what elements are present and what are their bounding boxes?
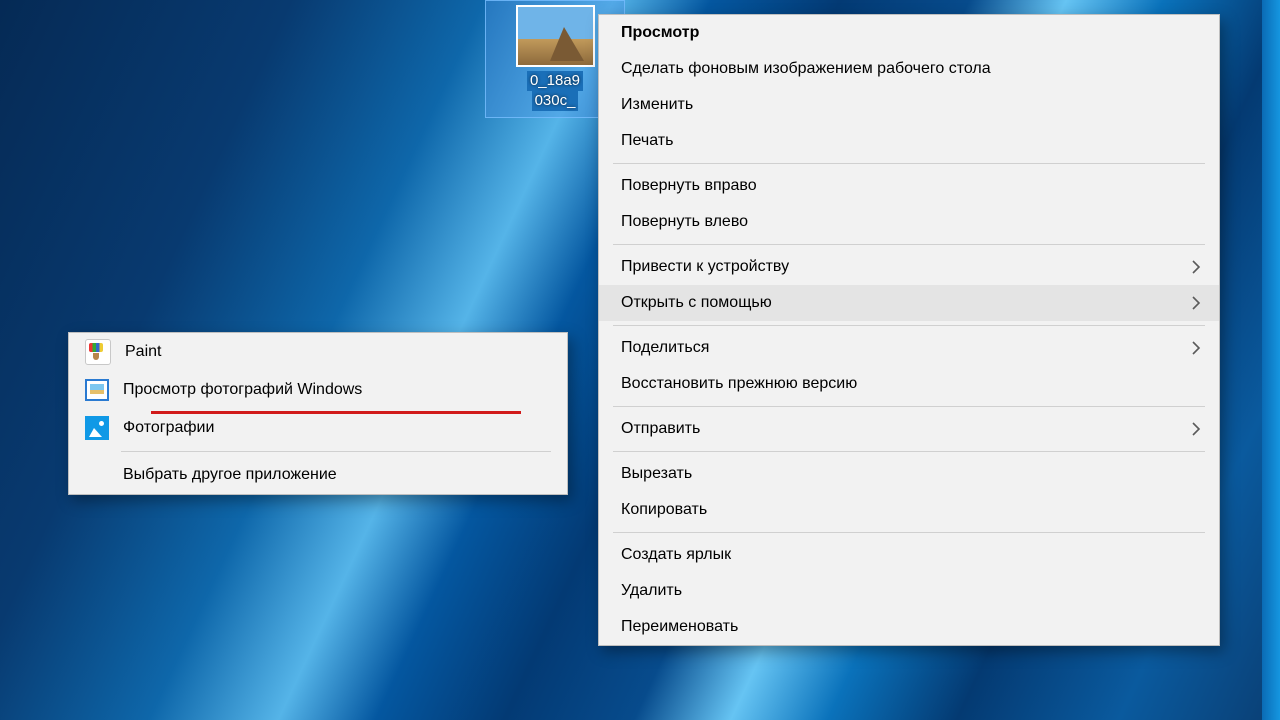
- menu-separator: [613, 325, 1205, 326]
- file-thumbnail: [516, 5, 595, 67]
- menu-copy[interactable]: Копировать: [599, 492, 1219, 528]
- menu-open-with[interactable]: Открыть с помощью: [599, 285, 1219, 321]
- menu-share[interactable]: Поделиться: [599, 330, 1219, 366]
- menu-create-shortcut[interactable]: Создать ярлык: [599, 537, 1219, 573]
- menu-rotate-right[interactable]: Повернуть вправо: [599, 168, 1219, 204]
- menu-separator: [613, 244, 1205, 245]
- menu-delete[interactable]: Удалить: [599, 573, 1219, 609]
- photo-viewer-icon: [85, 378, 109, 402]
- file-name-line1: 0_18a9: [527, 71, 583, 91]
- menu-rename[interactable]: Переименовать: [599, 609, 1219, 645]
- menu-print[interactable]: Печать: [599, 123, 1219, 159]
- chevron-right-icon: [1191, 422, 1201, 436]
- menu-rotate-left[interactable]: Повернуть влево: [599, 204, 1219, 240]
- chevron-right-icon: [1191, 341, 1201, 355]
- open-with-submenu: Paint Просмотр фотографий Windows Фотогр…: [68, 332, 568, 495]
- openwith-windows-photo-viewer[interactable]: Просмотр фотографий Windows: [69, 371, 567, 409]
- menu-cast-to-device[interactable]: Привести к устройству: [599, 249, 1219, 285]
- blank-icon: [85, 463, 109, 487]
- wallpaper-right-edge: [1262, 0, 1280, 720]
- menu-set-wallpaper[interactable]: Сделать фоновым изображением рабочего ст…: [599, 51, 1219, 87]
- highlight-underline: [151, 411, 521, 414]
- chevron-right-icon: [1191, 296, 1201, 310]
- menu-separator: [613, 532, 1205, 533]
- menu-separator: [613, 451, 1205, 452]
- file-name-line2: 030c_: [532, 91, 579, 111]
- context-menu: Просмотр Сделать фоновым изображением ра…: [598, 14, 1220, 646]
- menu-separator: [613, 163, 1205, 164]
- photos-app-icon: [85, 416, 109, 440]
- openwith-photos[interactable]: Фотографии: [69, 409, 567, 447]
- menu-restore-previous[interactable]: Восстановить прежнюю версию: [599, 366, 1219, 402]
- menu-cut[interactable]: Вырезать: [599, 456, 1219, 492]
- chevron-right-icon: [1191, 260, 1201, 274]
- menu-separator: [121, 451, 551, 452]
- openwith-choose-another[interactable]: Выбрать другое приложение: [69, 456, 567, 494]
- openwith-paint[interactable]: Paint: [69, 333, 567, 371]
- menu-separator: [613, 406, 1205, 407]
- menu-edit[interactable]: Изменить: [599, 87, 1219, 123]
- menu-preview[interactable]: Просмотр: [599, 15, 1219, 51]
- paint-icon: [85, 339, 111, 365]
- menu-send-to[interactable]: Отправить: [599, 411, 1219, 447]
- desktop-wallpaper: 0_18a9 030c_ Просмотр Сделать фоновым из…: [0, 0, 1280, 720]
